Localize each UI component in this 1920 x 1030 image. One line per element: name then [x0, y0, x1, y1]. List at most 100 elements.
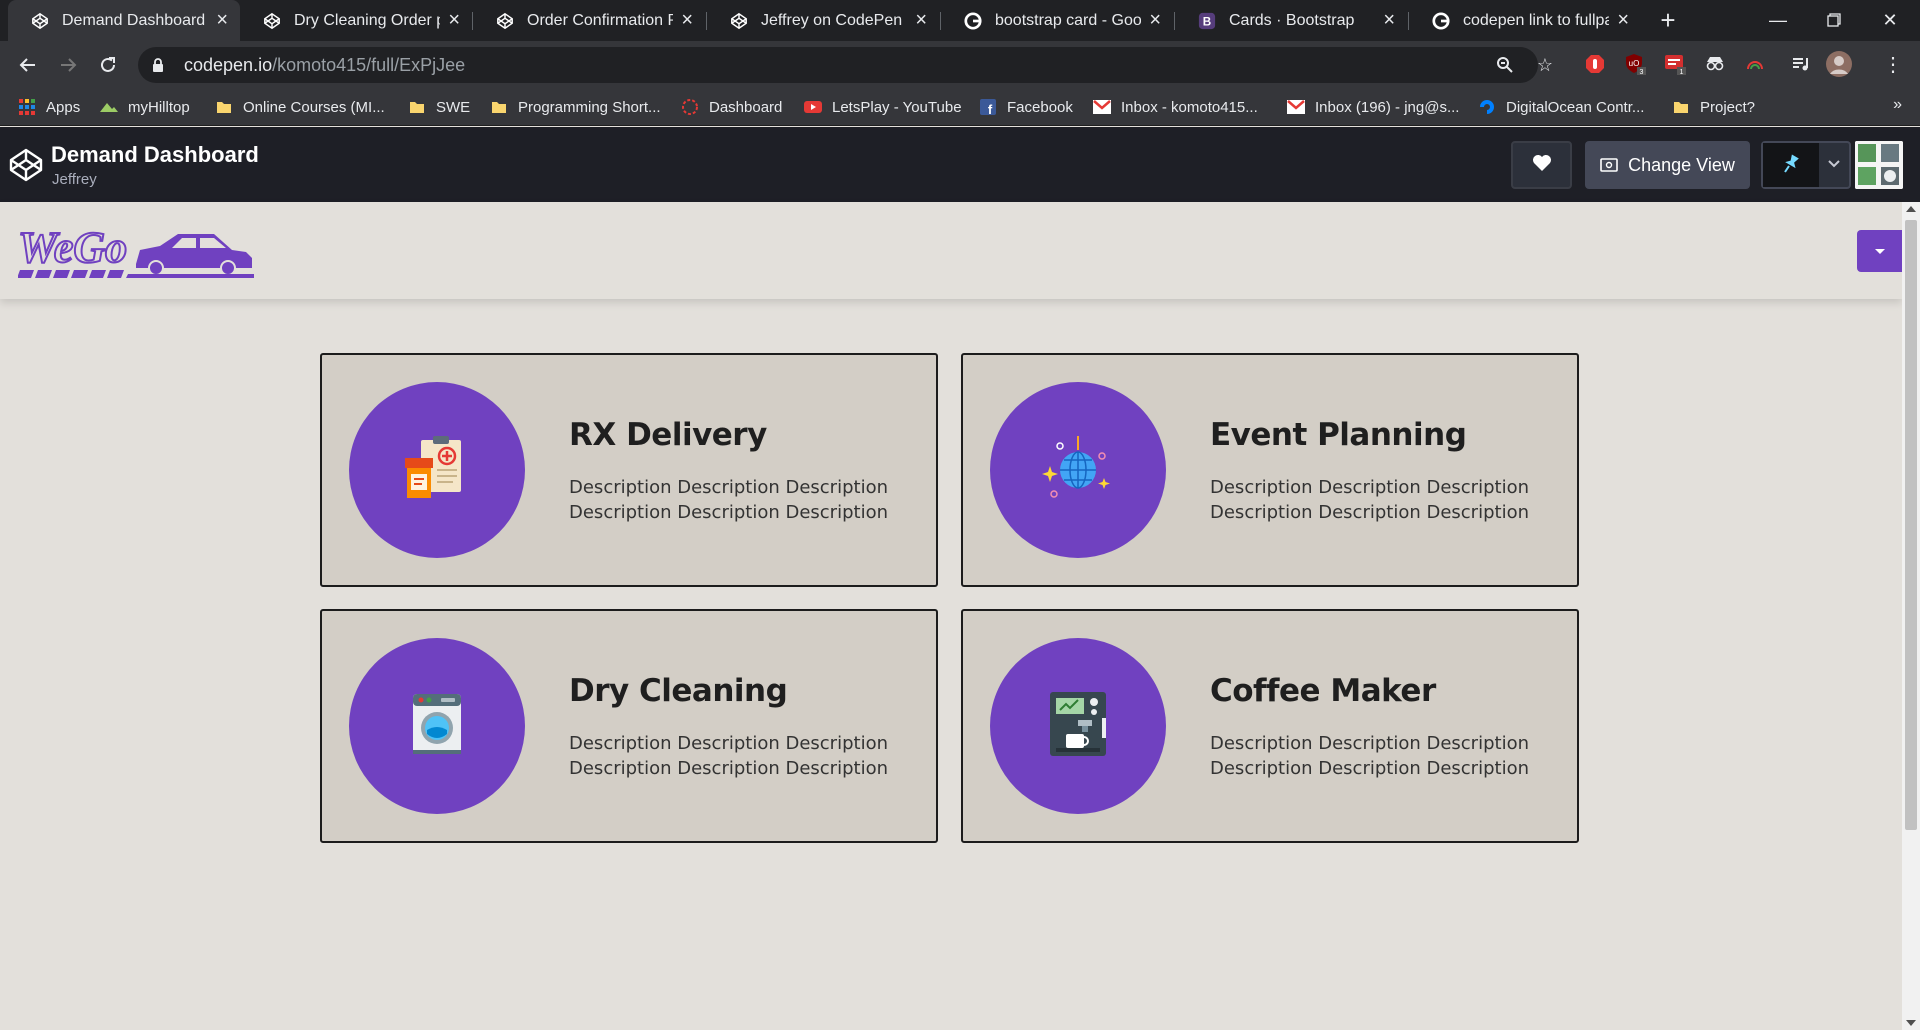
- forward-icon[interactable]: [52, 49, 84, 81]
- wego-logo[interactable]: WeGo: [17, 222, 254, 285]
- tab-label: Cards · Bootstrap: [1229, 11, 1355, 29]
- close-icon[interactable]: ×: [915, 9, 927, 32]
- user-avatar[interactable]: [1855, 141, 1903, 189]
- profile-avatar[interactable]: [1826, 51, 1852, 77]
- tab-dry-cleaning[interactable]: Dry Cleaning Order pa ×: [240, 0, 472, 41]
- bookmark-inbox-komoto[interactable]: Inbox - komoto415...: [1093, 88, 1258, 126]
- google-icon: [963, 11, 983, 31]
- codepen-header: Demand Dashboard Jeffrey Change View: [0, 127, 1920, 202]
- bookmark-project[interactable]: Project?: [1672, 88, 1755, 126]
- new-tab-button[interactable]: +: [1654, 5, 1682, 35]
- bookmark-letsplay-youtube[interactable]: LetsPlay - YouTube: [804, 88, 962, 126]
- ublock-icon[interactable]: uO 3: [1622, 51, 1648, 77]
- close-icon[interactable]: ×: [448, 9, 460, 32]
- tab-label: codepen link to fullpag: [1463, 11, 1610, 29]
- bookmark-inbox-jng[interactable]: Inbox (196) - jng@s...: [1287, 88, 1459, 126]
- card-icon-circle: [349, 382, 525, 558]
- digitalocean-icon: [1478, 98, 1496, 116]
- card-icon-circle: [990, 638, 1166, 814]
- apps-grid-icon: [18, 98, 36, 116]
- chevron-down-icon: [1827, 156, 1841, 174]
- svg-text:f: f: [988, 102, 993, 115]
- codepen-icon: [729, 11, 749, 31]
- url-host: codepen.io: [184, 54, 273, 75]
- page-scrollbar[interactable]: [1902, 202, 1920, 1030]
- incognito-extension-icon[interactable]: [1702, 51, 1728, 77]
- service-card-rx-delivery[interactable]: RX Delivery Description Description Desc…: [320, 353, 938, 587]
- browser-menu-icon[interactable]: ⋮: [1880, 51, 1906, 77]
- tab-order-confirmation[interactable]: Order Confirmation Pa ×: [473, 0, 705, 41]
- nav-dropdown-toggle[interactable]: [1857, 230, 1902, 272]
- washing-machine-icon: [401, 688, 473, 765]
- lock-icon: [152, 57, 168, 73]
- tab-bootstrap-card-google[interactable]: bootstrap card - Googl ×: [941, 0, 1173, 41]
- bookmark-programming-shortcuts[interactable]: Programming Short...: [490, 88, 661, 126]
- view-icon: [1600, 157, 1618, 173]
- reload-icon[interactable]: [92, 49, 124, 81]
- bookmark-swe[interactable]: SWE: [408, 88, 470, 126]
- minimize-icon[interactable]: —: [1760, 4, 1796, 36]
- card-title: Dry Cleaning: [569, 673, 788, 709]
- service-card-event-planning[interactable]: Event Planning Description Description D…: [961, 353, 1579, 587]
- card-title: RX Delivery: [569, 417, 767, 453]
- pen-author[interactable]: Jeffrey: [52, 171, 97, 188]
- change-view-button[interactable]: Change View: [1585, 141, 1750, 189]
- hilltop-icon: [100, 98, 118, 116]
- window-close-icon[interactable]: ✕: [1872, 4, 1908, 36]
- close-icon[interactable]: ×: [1617, 9, 1629, 32]
- tab-label: Dry Cleaning Order pa: [294, 11, 441, 29]
- adblock-icon[interactable]: [1582, 51, 1608, 77]
- caret-down-icon: [1874, 248, 1885, 254]
- bookmarks-bar: Apps myHilltop Online Courses (MI... SWE…: [0, 88, 1920, 126]
- card-description: Description Description Description Desc…: [1210, 733, 1529, 779]
- scroll-down-arrow[interactable]: [1906, 1020, 1916, 1026]
- gmail-icon: [1287, 98, 1305, 116]
- back-icon[interactable]: [12, 49, 44, 81]
- zoom-icon[interactable]: [1490, 47, 1520, 83]
- tab-label: Order Confirmation Pa: [527, 11, 674, 29]
- bookmark-dashboard[interactable]: Dashboard: [681, 88, 782, 126]
- bookmark-apps[interactable]: Apps: [18, 88, 80, 126]
- scroll-thumb[interactable]: [1905, 220, 1917, 830]
- todo-extension-icon[interactable]: 1: [1662, 51, 1688, 77]
- close-icon[interactable]: ×: [1383, 9, 1395, 32]
- tab-label: Demand Dashboard: [62, 11, 206, 29]
- tab-codepen-link-google[interactable]: codepen link to fullpag ×: [1409, 0, 1641, 41]
- restore-icon[interactable]: [1816, 4, 1852, 36]
- todo-badge: 1: [1680, 69, 1684, 75]
- close-icon[interactable]: ×: [1149, 9, 1161, 32]
- card-title: Event Planning: [1210, 417, 1467, 453]
- address-bar[interactable]: codepen.io /komoto415/full/ExPjJee ☆: [138, 47, 1553, 83]
- tab-demand-dashboard[interactable]: Demand Dashboard ×: [8, 0, 240, 41]
- pen-title: Demand Dashboard: [51, 142, 259, 167]
- rainbow-extension-icon[interactable]: [1742, 51, 1768, 77]
- tab-cards-bootstrap[interactable]: B Cards · Bootstrap ×: [1175, 0, 1407, 41]
- media-control-icon[interactable]: [1788, 51, 1814, 77]
- prescription-icon: [401, 432, 473, 509]
- scroll-up-arrow[interactable]: [1906, 206, 1916, 212]
- tab-jeffrey-codepen[interactable]: Jeffrey on CodePen ×: [707, 0, 939, 41]
- pin-button[interactable]: [1763, 143, 1819, 187]
- bookmarks-overflow-icon[interactable]: »: [1893, 96, 1902, 114]
- bookmark-online-courses[interactable]: Online Courses (MI...: [215, 88, 385, 126]
- service-card-dry-cleaning[interactable]: Dry Cleaning Description Description Des…: [320, 609, 938, 843]
- close-icon[interactable]: ×: [681, 9, 693, 32]
- pin-dropdown-toggle[interactable]: [1819, 143, 1849, 187]
- heart-button[interactable]: [1511, 141, 1572, 189]
- bookmark-star-icon[interactable]: ☆: [1530, 47, 1560, 83]
- close-icon[interactable]: ×: [216, 9, 228, 32]
- bookmark-facebook[interactable]: f Facebook: [979, 88, 1073, 126]
- change-view-label: Change View: [1628, 154, 1735, 175]
- bootstrap-icon: B: [1197, 11, 1217, 31]
- card-title: Coffee Maker: [1210, 673, 1436, 709]
- card-icon-circle: [349, 638, 525, 814]
- coffee-machine-icon: [1042, 688, 1114, 765]
- service-card-coffee-maker[interactable]: Coffee Maker Description Description Des…: [961, 609, 1579, 843]
- bookmark-myhilltop[interactable]: myHilltop: [100, 88, 190, 126]
- tab-label: bootstrap card - Googl: [995, 11, 1142, 29]
- bookmark-digitalocean[interactable]: DigitalOcean Contr...: [1478, 88, 1644, 126]
- youtube-icon: [804, 98, 822, 116]
- url-path: /komoto415/full/ExPjJee: [272, 54, 466, 75]
- codepen-logo-icon[interactable]: [8, 147, 44, 183]
- card-description: Description Description Description Desc…: [569, 477, 888, 523]
